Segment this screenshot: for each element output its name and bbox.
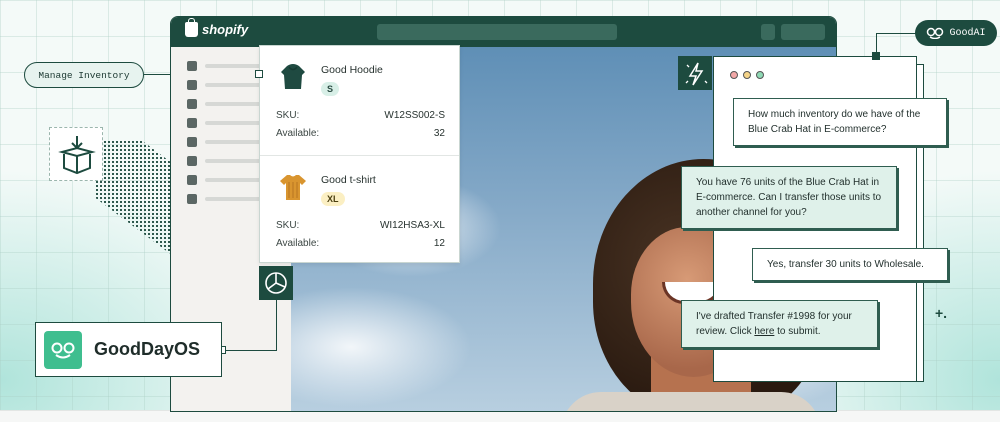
pie-chart-icon [265, 272, 287, 294]
product-name: Good t-shirt [321, 174, 376, 186]
plus-decoration: +. [935, 305, 948, 321]
account-button[interactable] [781, 24, 825, 40]
analytics-tile [259, 266, 293, 300]
sidebar-item-orders[interactable] [187, 80, 265, 90]
connector-node [872, 52, 880, 60]
sku-label: SKU: [276, 110, 300, 121]
minimize-dot[interactable] [743, 71, 751, 79]
sidebar-item-finances[interactable] [187, 137, 265, 147]
manage-inventory-tag: Manage Inventory [24, 62, 144, 88]
size-badge: S [321, 82, 340, 96]
sparkle-bolt-icon [685, 62, 708, 86]
hoodie-icon [281, 64, 305, 89]
tshirt-icon [280, 175, 306, 200]
sidebar-item-customers[interactable] [187, 118, 265, 128]
sidebar-item-products[interactable] [187, 99, 265, 109]
product-name: Good Hoodie [321, 64, 383, 76]
inventory-item[interactable]: Good Hoodie S SKU: W12SS002-S Available:… [260, 46, 459, 155]
goodai-logo-icon [927, 27, 944, 39]
goodai-label: GoodAI [949, 27, 986, 39]
inventory-card: Good Hoodie S SKU: W12SS002-S Available:… [259, 45, 460, 263]
chat-message-ai: I've drafted Transfer #1998 for your rev… [681, 300, 878, 348]
logo-text: shopify [202, 22, 249, 37]
sku-value: W12SS002-S [384, 110, 445, 121]
gooddayos-badge[interactable]: GoodDayOS [35, 322, 222, 377]
tag-icon [187, 99, 197, 109]
target-icon [187, 175, 197, 185]
goodai-badge[interactable]: GoodAI [915, 20, 997, 46]
chat-message-user: Yes, transfer 30 units to Wholesale. [752, 248, 948, 281]
available-label: Available: [276, 128, 320, 139]
gooddayos-label: GoodDayOS [94, 339, 201, 359]
compass-icon [187, 194, 197, 204]
inventory-box-tile [49, 127, 103, 181]
available-label: Available: [276, 238, 320, 249]
submit-link[interactable]: here [754, 326, 774, 337]
sidebar-item-discounts[interactable] [187, 194, 265, 204]
maximize-dot[interactable] [756, 71, 764, 79]
inventory-item[interactable]: Good t-shirt XL SKU: WI12HSA3-XL Availab… [260, 155, 459, 264]
search-bar[interactable] [377, 24, 617, 40]
ai-tile [678, 56, 712, 90]
bank-icon [187, 137, 197, 147]
close-dot[interactable] [730, 71, 738, 79]
window-controls [730, 71, 764, 79]
sidebar-item-home[interactable] [187, 61, 265, 71]
chat-message-ai: You have 76 units of the Blue Crab Hat i… [681, 166, 897, 229]
chat-message-user: How much inventory do we have of the Blu… [733, 98, 947, 146]
gooddayos-logo-icon [44, 330, 82, 369]
sidebar-item-analytics[interactable] [187, 156, 265, 166]
shopify-logo[interactable]: shopify [185, 18, 249, 37]
window-titlebar: shopify [171, 17, 836, 47]
person-icon [187, 118, 197, 128]
shopping-bag-icon [185, 18, 198, 37]
box-download-icon [58, 136, 96, 175]
connector-node [255, 70, 263, 78]
home-icon [187, 61, 197, 71]
sidebar-item-marketing[interactable] [187, 175, 265, 185]
sku-value: WI12HSA3-XL [379, 220, 445, 231]
titlebar-button[interactable] [761, 24, 775, 40]
available-value: 32 [433, 128, 445, 139]
size-badge: XL [321, 192, 345, 206]
inbox-icon [187, 80, 197, 90]
available-value: 12 [433, 238, 445, 249]
sku-label: SKU: [276, 220, 300, 231]
chart-icon [187, 156, 197, 166]
